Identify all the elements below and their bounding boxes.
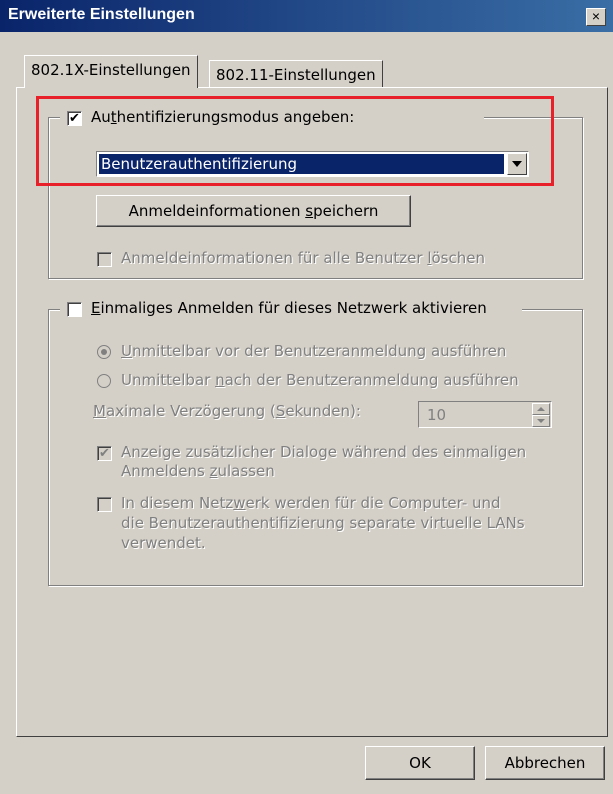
tab-802-1x-settings[interactable]: 802.1X-Einstellungen [24,55,198,88]
tab-label: 802.1X-Einstellungen [31,61,191,79]
cancel-button[interactable]: Abbrechen [485,746,605,780]
close-icon: × [591,8,601,24]
highlight-annotation [36,96,554,186]
window-title: Erweiterte Einstellungen [8,6,195,23]
close-button[interactable]: × [586,8,606,26]
tab-label: 802.11-Einstellungen [216,66,376,84]
ok-button[interactable]: OK [365,746,475,780]
tab-802-11-settings[interactable]: 802.11-Einstellungen [209,60,383,88]
